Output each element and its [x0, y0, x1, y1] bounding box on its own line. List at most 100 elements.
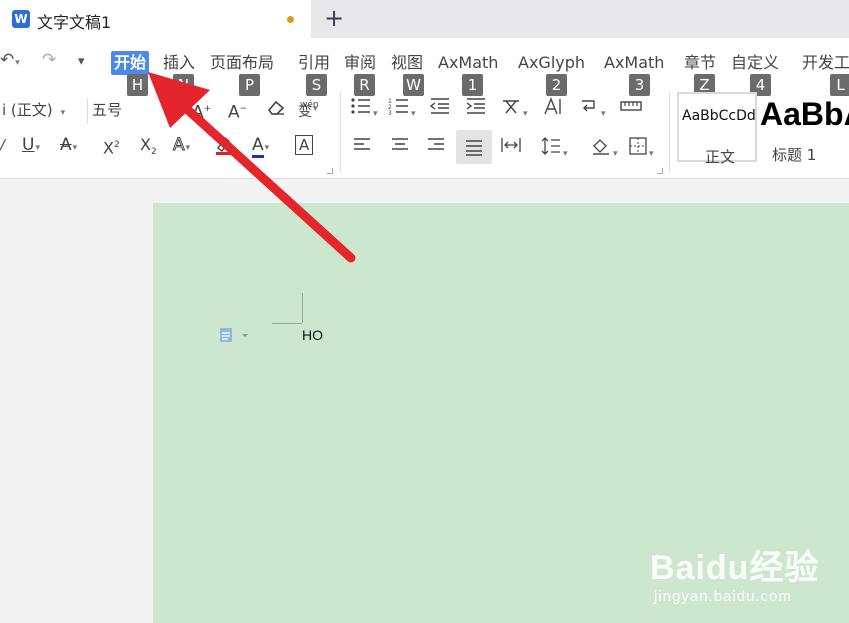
- tab-view[interactable]: 视图: [391, 51, 423, 75]
- font-name-select[interactable]: i (正文) ▾: [0, 98, 88, 124]
- document-text[interactable]: HO: [302, 327, 323, 343]
- margin-marker: [302, 293, 303, 323]
- font-size-select[interactable]: 五号: [88, 98, 188, 124]
- distribute-icon: [501, 138, 521, 152]
- tab-home[interactable]: 开始: [111, 51, 150, 75]
- borders-icon: [629, 137, 647, 155]
- increase-indent-button[interactable]: [465, 96, 487, 122]
- style-normal-label: 正文: [705, 148, 736, 166]
- ruler-button[interactable]: [619, 96, 643, 122]
- keytip-references: S: [306, 74, 327, 96]
- tab-developer[interactable]: 开发工具: [802, 51, 849, 75]
- shading-button[interactable]: ▾: [590, 136, 618, 165]
- keytip-home: H: [127, 74, 148, 96]
- text-effect-button[interactable]: A▾: [173, 134, 191, 159]
- distribute-button[interactable]: [500, 136, 522, 160]
- phonetic-guide-button[interactable]: wén 变▾: [298, 96, 319, 120]
- keytip-view: W: [403, 74, 424, 96]
- tab-bar: W 文字文稿1 +: [0, 0, 849, 38]
- return-arrow-icon: [582, 100, 595, 112]
- eraser-icon: [267, 100, 285, 115]
- svg-text:3: 3: [388, 110, 392, 116]
- keytip-developer: L: [830, 74, 849, 96]
- style-normal[interactable]: AaBbCcDd 正文: [677, 92, 757, 166]
- align-left-icon: [354, 138, 370, 150]
- customize-quick-access-button[interactable]: ▾: [78, 54, 85, 69]
- align-right-button[interactable]: [426, 136, 446, 160]
- new-tab-button[interactable]: +: [322, 5, 346, 31]
- font-dialog-launcher[interactable]: [327, 168, 333, 174]
- tab-insert[interactable]: 插入: [163, 51, 195, 75]
- tab-custom[interactable]: 自定义: [731, 51, 779, 75]
- style-heading1-label[interactable]: 标题 1: [772, 144, 816, 165]
- clear-format-button[interactable]: [266, 98, 286, 122]
- undo-icon: ↶: [0, 50, 15, 70]
- bullets-button[interactable]: ▾: [350, 96, 378, 125]
- justify-button[interactable]: [456, 130, 492, 164]
- font-size-value: 五号: [92, 101, 123, 119]
- keytip-axmath: 1: [462, 74, 483, 96]
- document-tab[interactable]: W 文字文稿1: [0, 0, 311, 38]
- subscript-button[interactable]: X2: [140, 134, 157, 163]
- underline-button[interactable]: U▾: [22, 134, 40, 159]
- italic-button[interactable]: /: [0, 134, 5, 156]
- superscript-button[interactable]: X2: [103, 134, 120, 159]
- style-heading1-preview[interactable]: AaBbA: [760, 96, 849, 133]
- keytip-insert: N: [173, 74, 194, 96]
- baidu-watermark: Baidu经验 jingyan.baidu.com: [650, 540, 820, 610]
- indent-icon: [466, 98, 485, 114]
- keytip-axmath-2: 3: [629, 74, 650, 96]
- borders-button[interactable]: ▾: [628, 136, 654, 165]
- grow-font-button[interactable]: A+: [192, 98, 211, 124]
- strikethrough-button[interactable]: A▾: [60, 134, 77, 159]
- paint-bucket-icon: [593, 139, 609, 155]
- paragraph-handle[interactable]: [218, 326, 254, 344]
- align-left-button[interactable]: [352, 136, 372, 160]
- numbered-list-icon: 123: [388, 98, 408, 117]
- keytip-axglyph: 2: [546, 74, 567, 96]
- decrease-indent-button[interactable]: [429, 96, 451, 122]
- tab-axmath-2[interactable]: AxMath: [604, 51, 664, 75]
- highlighter-icon: [216, 137, 231, 155]
- font-name-value: i (正文): [2, 101, 53, 119]
- group-separator: [669, 92, 670, 172]
- outdent-icon: [429, 98, 449, 114]
- character-border-button[interactable]: A: [295, 134, 314, 156]
- unsaved-indicator: [287, 16, 294, 23]
- line-spacing-button[interactable]: ▾: [540, 136, 568, 165]
- paragraph-layout-icon: [220, 328, 248, 342]
- style-normal-preview: AaBbCcDd: [682, 108, 756, 124]
- highlight-button[interactable]: ▾: [213, 134, 241, 165]
- align-right-icon: [428, 138, 444, 150]
- undo-button[interactable]: ↶▾: [0, 50, 20, 70]
- tab-page-layout[interactable]: 页面布局: [210, 51, 274, 75]
- line-spacing-icon: [541, 137, 560, 155]
- shrink-font-button[interactable]: A−: [228, 98, 247, 124]
- tab-references[interactable]: 引用: [298, 51, 330, 75]
- ruler-icon: [620, 101, 642, 111]
- document-title: 文字文稿1: [37, 13, 112, 32]
- tab-axmath[interactable]: AxMath: [438, 51, 498, 75]
- redo-button[interactable]: ↷: [42, 50, 56, 70]
- paragraph-dialog-launcher[interactable]: [657, 168, 663, 174]
- numbering-button[interactable]: 1 2 3 ▾: [388, 96, 416, 125]
- wps-writer-icon: W: [12, 10, 30, 28]
- watermark-url: jingyan.baidu.com: [654, 588, 792, 605]
- bullet-list-icon: [351, 98, 370, 114]
- align-center-icon: [392, 138, 408, 150]
- chinese-layout-icon: [503, 100, 519, 114]
- font-color-button[interactable]: A▾: [252, 134, 269, 159]
- paragraph-mark-button[interactable]: ▾: [578, 96, 606, 125]
- baidu-logo: Baidu经验: [650, 549, 820, 587]
- tab-chapter[interactable]: 章节: [684, 51, 716, 75]
- align-center-button[interactable]: [390, 136, 410, 160]
- sort-icon: [544, 97, 561, 115]
- justify-icon: [466, 140, 482, 156]
- keytip-review: R: [354, 74, 375, 96]
- tab-review[interactable]: 审阅: [344, 51, 376, 75]
- margin-marker: [272, 323, 302, 324]
- group-separator: [340, 92, 341, 172]
- tab-axglyph[interactable]: AxGlyph: [518, 51, 585, 75]
- text-direction-button[interactable]: [542, 96, 564, 122]
- chinese-layout-button[interactable]: ▾: [500, 96, 528, 125]
